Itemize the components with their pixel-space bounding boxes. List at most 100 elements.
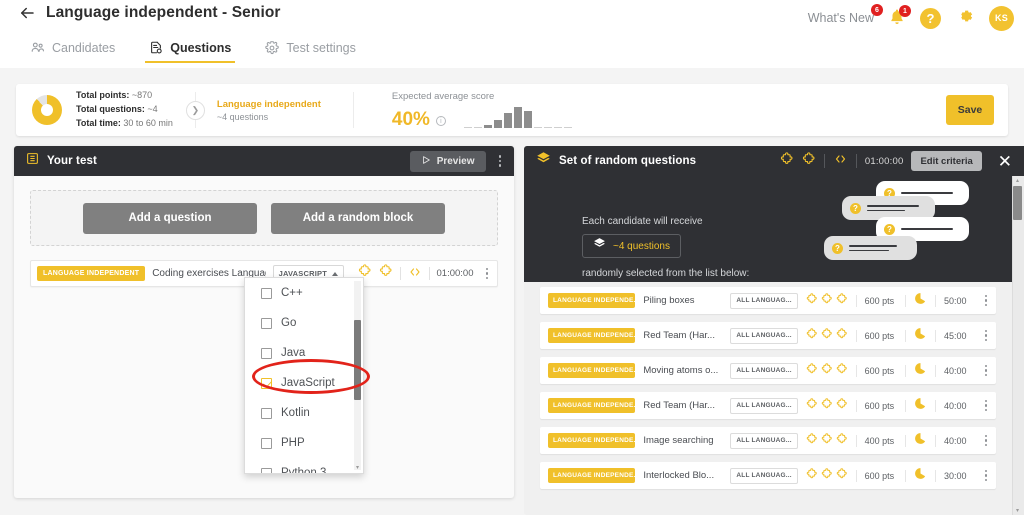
arrow-left-icon[interactable]	[18, 4, 36, 22]
edit-criteria-button[interactable]: Edit criteria	[911, 151, 981, 171]
close-icon[interactable]: ✕	[990, 153, 1016, 170]
question-language[interactable]: ALL LANGUAG...	[730, 363, 797, 379]
app-root: Language independent - Senior What's New…	[0, 0, 1024, 515]
total-points-value: ~870	[132, 90, 152, 100]
question-card[interactable]: LANGUAGE INDEPENDE...Moving atoms o...AL…	[540, 357, 996, 384]
puzzle-piece-icon	[806, 327, 818, 345]
histogram-bar	[514, 107, 522, 128]
timer-icon	[914, 432, 927, 450]
question-language[interactable]: ALL LANGUAG...	[730, 468, 797, 484]
question-count-value: ~4 questions	[613, 241, 670, 252]
card-divider-1	[856, 470, 857, 482]
kebab-menu-icon[interactable]	[980, 432, 993, 450]
tab-test-settings[interactable]: Test settings	[261, 36, 359, 63]
dropdown-item-php[interactable]: PHP	[245, 428, 363, 458]
question-card[interactable]: LANGUAGE INDEPENDE...Red Team (Har...ALL…	[540, 322, 996, 349]
code-brackets-icon	[833, 152, 848, 170]
question-name: Image searching	[643, 435, 722, 446]
kebab-menu-icon[interactable]	[481, 265, 494, 283]
completion-donut-chart	[32, 95, 62, 125]
question-language[interactable]: ALL LANGUAG...	[730, 433, 797, 449]
question-time: 01:00:00	[437, 268, 474, 279]
checkbox[interactable]	[261, 408, 272, 419]
card-divider-1	[856, 330, 857, 342]
dropdown-item-c[interactable]: C++	[245, 278, 363, 308]
language-dropdown[interactable]: ▴ ▾ C++GoJavaJavaScriptKotlinPHPPython 3	[244, 277, 364, 474]
gear-icon[interactable]	[955, 6, 975, 31]
chevron-right-icon[interactable]: ❯	[186, 101, 205, 120]
tab-candidates[interactable]: Candidates	[26, 36, 119, 63]
add-question-button[interactable]: Add a question	[83, 203, 257, 234]
puzzle-piece-icon	[802, 152, 816, 171]
histogram-bar	[494, 120, 502, 128]
question-tag: LANGUAGE INDEPENDE...	[548, 398, 635, 413]
tab-candidates-label: Candidates	[52, 41, 115, 55]
bell-icon[interactable]: 1	[888, 8, 906, 28]
scroll-down-arrow[interactable]: ▾	[1014, 507, 1021, 514]
checkbox[interactable]	[261, 378, 272, 389]
tab-questions[interactable]: Questions	[145, 36, 235, 63]
dropdown-item-label: Kotlin	[281, 407, 310, 419]
kebab-menu-icon[interactable]	[980, 362, 993, 380]
dropdown-item-python-3[interactable]: Python 3	[245, 458, 363, 474]
question-card[interactable]: LANGUAGE INDEPENDE...Piling boxesALL LAN…	[540, 287, 996, 314]
avatar[interactable]: KS	[989, 6, 1014, 31]
scroll-up-arrow[interactable]: ▴	[1014, 177, 1021, 184]
panel-scrollbar-track[interactable]: ▴ ▾	[1012, 176, 1024, 515]
tab-test-settings-label: Test settings	[286, 41, 355, 55]
add-content-dropzone: Add a question Add a random block	[30, 190, 498, 246]
question-language[interactable]: ALL LANGUAG...	[730, 293, 797, 309]
layers-icon	[593, 237, 606, 255]
panel-scrollbar-thumb[interactable]	[1013, 186, 1022, 220]
question-card[interactable]: LANGUAGE INDEPENDE...Red Team (Har...ALL…	[540, 392, 996, 419]
test-summary-bar: Total points: ~870 Total questions: ~4 T…	[16, 84, 1008, 136]
card-divider-2	[905, 435, 906, 447]
whats-new-link[interactable]: What's New 6	[808, 9, 874, 27]
question-points: 600 pts	[865, 401, 898, 411]
decorative-question-cards: ? ? ? ?	[820, 176, 1024, 282]
dropdown-scroll-down-arrow[interactable]: ▾	[354, 465, 361, 471]
dropdown-item-go[interactable]: Go	[245, 308, 363, 338]
dropdown-item-java[interactable]: Java	[245, 338, 363, 368]
dropdown-item-label: Java	[281, 347, 305, 359]
checkbox[interactable]	[261, 318, 272, 329]
question-language[interactable]: ALL LANGUAG...	[730, 398, 797, 414]
histogram-bar	[554, 127, 562, 128]
histogram-bar	[544, 127, 552, 128]
kebab-menu-icon[interactable]	[494, 152, 507, 170]
add-random-block-button[interactable]: Add a random block	[271, 203, 445, 234]
kebab-menu-icon[interactable]	[980, 292, 993, 310]
deco-lines	[849, 245, 897, 251]
kebab-menu-icon[interactable]	[980, 397, 993, 415]
question-points: 600 pts	[865, 331, 898, 341]
dropdown-scrollbar-thumb[interactable]	[354, 320, 361, 400]
puzzle-piece-icon	[821, 432, 833, 450]
checkbox[interactable]	[261, 348, 272, 359]
summary-divider-2	[353, 92, 354, 128]
histogram-bar	[464, 127, 472, 128]
preview-button[interactable]: Preview	[410, 151, 486, 172]
question-time: 30:00	[944, 471, 972, 481]
question-card[interactable]: LANGUAGE INDEPENDE...Image searchingALL …	[540, 427, 996, 454]
dropdown-item-label: JavaScript	[281, 377, 335, 389]
question-name: Interlocked Blo...	[643, 470, 722, 481]
kebab-menu-icon[interactable]	[980, 327, 993, 345]
save-button[interactable]: Save	[946, 95, 994, 125]
checkbox[interactable]	[261, 288, 272, 299]
checkbox[interactable]	[261, 438, 272, 449]
whats-new-label: What's New	[808, 11, 874, 25]
question-mark-icon[interactable]: ?	[920, 8, 941, 29]
card-divider-2	[905, 365, 906, 377]
dropdown-item-label: Go	[281, 317, 296, 329]
dropdown-item-javascript[interactable]: JavaScript	[245, 368, 363, 398]
puzzle-piece-icon	[836, 292, 848, 310]
checkbox[interactable]	[261, 468, 272, 475]
top-bar: Language independent - Senior What's New…	[0, 0, 1024, 68]
kebab-menu-icon[interactable]	[980, 467, 993, 485]
question-language[interactable]: ALL LANGUAG...	[730, 328, 797, 344]
random-questions-header: Set of random questions 01:00:00 Edit cr…	[524, 146, 1024, 176]
dropdown-item-kotlin[interactable]: Kotlin	[245, 398, 363, 428]
question-count-chip[interactable]: ~4 questions	[582, 234, 681, 258]
question-card[interactable]: LANGUAGE INDEPENDE...Interlocked Blo...A…	[540, 462, 996, 489]
info-icon[interactable]: i	[436, 116, 446, 126]
